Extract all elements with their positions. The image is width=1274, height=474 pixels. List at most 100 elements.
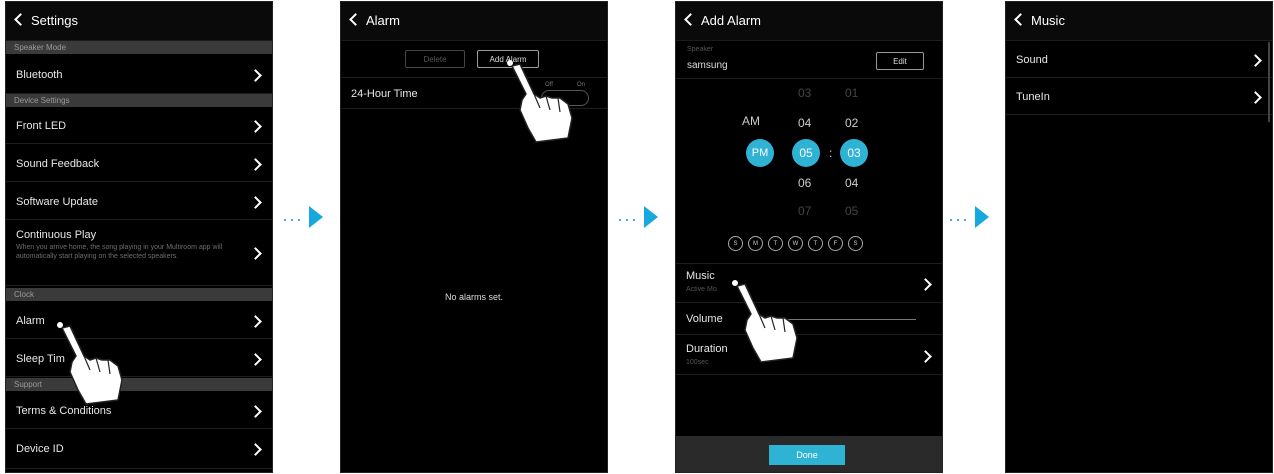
row-label: Volume <box>686 313 723 325</box>
add-alarm-header: Add Alarm <box>676 2 942 41</box>
add-alarm-title: Add Alarm <box>701 13 761 28</box>
chevron-right-icon <box>249 247 262 260</box>
chevron-right-icon <box>249 120 262 133</box>
edit-button[interactable]: Edit <box>876 52 924 70</box>
day-thursday[interactable]: T <box>808 236 823 251</box>
back-button[interactable]: Music <box>1014 13 1065 28</box>
minute-selected[interactable]: 03 <box>840 139 868 167</box>
hour-selected[interactable]: 05 <box>792 139 820 167</box>
done-button[interactable]: Done <box>769 445 845 465</box>
section-support: Support <box>6 378 272 391</box>
settings-title: Settings <box>31 13 78 28</box>
day-monday[interactable]: M <box>748 236 763 251</box>
row-sound[interactable]: Sound <box>1006 41 1272 78</box>
row-label: Front LED <box>16 120 67 132</box>
music-header: Music <box>1006 2 1272 41</box>
chevron-right-icon <box>249 405 262 418</box>
divider <box>676 78 942 79</box>
tap-hand-icon <box>507 60 573 143</box>
chevron-right-icon <box>919 278 932 291</box>
speaker-value: samsung <box>687 60 728 71</box>
day-tuesday[interactable]: T <box>768 236 783 251</box>
hour-option[interactable]: 03 <box>798 86 811 100</box>
volume-slider[interactable] <box>788 319 916 320</box>
scrollbar[interactable] <box>1268 42 1270 122</box>
row-label: Sound <box>1016 54 1048 66</box>
chevron-right-icon <box>249 69 262 82</box>
music-screen: Music Sound TuneIn <box>1006 2 1272 472</box>
hour-option[interactable]: 06 <box>798 176 811 190</box>
settings-header: Settings <box>6 2 272 41</box>
back-button[interactable]: Alarm <box>349 13 400 28</box>
row-software-update[interactable]: Software Update <box>6 182 272 220</box>
chevron-right-icon <box>249 196 262 209</box>
row-tunein[interactable]: TuneIn <box>1006 78 1272 115</box>
chevron-right-icon <box>919 350 932 363</box>
row-label: Bluetooth <box>16 69 63 81</box>
music-title: Music <box>1031 13 1065 28</box>
chevron-left-icon <box>684 13 697 26</box>
alarm-header: Alarm <box>341 2 607 41</box>
row-label: Device ID <box>16 443 64 455</box>
hour-option[interactable]: 04 <box>798 116 811 130</box>
toggle-on-label: On <box>576 82 585 88</box>
row-label: Software Update <box>16 196 98 208</box>
back-button[interactable]: Settings <box>14 13 78 28</box>
row-description: When you arrive home, the song playing i… <box>16 244 223 260</box>
row-label: Duration <box>686 343 728 355</box>
row-sound-feedback[interactable]: Sound Feedback <box>6 144 272 182</box>
row-bluetooth[interactable]: Bluetooth <box>6 54 272 94</box>
row-label: Alarm <box>16 315 45 327</box>
chevron-left-icon <box>14 13 27 26</box>
alarm-screen: Alarm Delete Add Alarm 24-Hour Time Off … <box>341 2 607 472</box>
row-continuous-play[interactable]: Continuous Play When you arrive home, th… <box>6 220 272 286</box>
minute-option[interactable]: 01 <box>845 86 858 100</box>
day-friday[interactable]: F <box>828 236 843 251</box>
minute-option[interactable]: 04 <box>845 176 858 190</box>
tap-hand-icon <box>732 280 798 363</box>
minute-option[interactable]: 05 <box>845 204 858 218</box>
back-button[interactable]: Add Alarm <box>684 13 761 28</box>
delete-button[interactable]: Delete <box>405 50 465 68</box>
row-label: Continuous Play <box>16 229 97 241</box>
chevron-right-icon <box>1249 54 1262 67</box>
chevron-right-icon <box>249 158 262 171</box>
row-volume: Volume <box>676 303 942 335</box>
tap-hand-icon <box>57 322 123 405</box>
row-label: Sound Feedback <box>16 158 100 170</box>
section-device-settings: Device Settings <box>6 94 272 107</box>
chevron-right-icon <box>249 353 262 366</box>
row-alarm[interactable]: Alarm <box>6 301 272 339</box>
speaker-label: Speaker <box>687 46 714 53</box>
day-wednesday[interactable]: W <box>788 236 803 251</box>
chevron-right-icon <box>1249 91 1262 104</box>
row-value: 100sec <box>686 359 709 366</box>
alarm-title: Alarm <box>366 13 400 28</box>
add-alarm-screen: Add Alarm Speaker samsung Edit AM PM 03 … <box>676 2 942 472</box>
row-music[interactable]: Music Active Mo <box>676 263 942 303</box>
am-option[interactable]: AM <box>742 114 760 128</box>
row-duration[interactable]: Duration 100sec <box>676 335 942 375</box>
chevron-left-icon <box>1014 13 1027 26</box>
hour-option[interactable]: 07 <box>798 204 811 218</box>
row-label: Music <box>686 270 715 282</box>
chevron-right-icon <box>249 315 262 328</box>
time-colon: : <box>829 146 833 160</box>
row-label: 24-Hour Time <box>351 88 418 100</box>
pm-option-selected[interactable]: PM <box>746 139 774 167</box>
row-sleep-timer[interactable]: Sleep Tim <box>6 339 272 377</box>
row-front-led[interactable]: Front LED <box>6 107 272 144</box>
chevron-left-icon <box>349 13 362 26</box>
row-device-id[interactable]: Device ID <box>6 429 272 469</box>
section-clock: Clock <box>6 288 272 301</box>
section-speaker-mode: Speaker Mode <box>6 41 272 54</box>
chevron-right-icon <box>249 443 262 456</box>
minute-option[interactable]: 02 <box>845 116 858 130</box>
day-saturday[interactable]: S <box>848 236 863 251</box>
row-terms[interactable]: Terms & Conditions <box>6 391 272 429</box>
settings-screen: Settings Speaker Mode Bluetooth Device S… <box>6 2 272 472</box>
row-value: Active Mo <box>686 286 717 293</box>
day-sunday[interactable]: S <box>728 236 743 251</box>
empty-message: No alarms set. <box>444 292 504 302</box>
row-label: TuneIn <box>1016 91 1050 103</box>
